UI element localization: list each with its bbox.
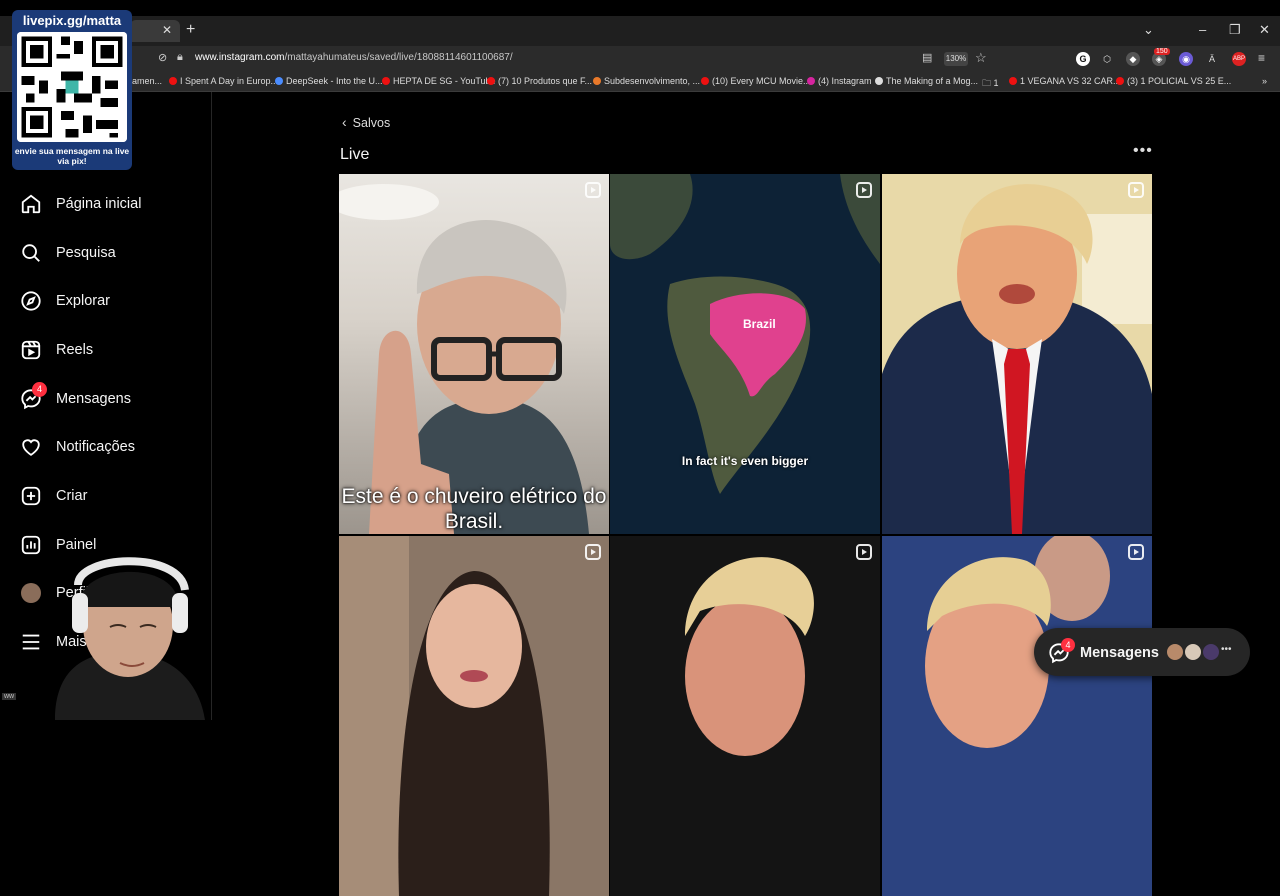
reels-badge-icon — [856, 544, 872, 560]
sidebar-item-search[interactable]: Pesquisa — [20, 241, 116, 265]
reel-thumbnail — [882, 536, 1152, 896]
extension-purple-icon[interactable]: ◉ — [1179, 52, 1193, 66]
tracking-shield-icon[interactable]: ⊘ — [158, 51, 167, 64]
reel-thumbnail — [339, 184, 589, 534]
reel-tile[interactable] — [339, 536, 609, 896]
qr-code — [17, 32, 127, 142]
reels-badge-icon — [585, 544, 601, 560]
reels-badge-icon — [585, 182, 601, 198]
zoom-indicator[interactable]: 130% — [944, 52, 968, 66]
sidebar-item-messages[interactable]: 4 Mensagens — [20, 382, 131, 411]
bookmark-item[interactable]: DeepSeek - Into the U... — [275, 76, 383, 86]
bookmarks-overflow-icon[interactable]: » — [1262, 76, 1267, 86]
compass-icon — [20, 290, 42, 312]
extension-badge: 150 — [1154, 48, 1170, 55]
url-field[interactable]: www.instagram.com/mattayahumateus/saved/… — [195, 52, 513, 63]
sidebar-item-label: Reels — [56, 342, 94, 358]
map-label: Brazil — [743, 317, 776, 331]
avatar — [1202, 643, 1220, 661]
more-dots-icon[interactable]: ••• — [1221, 644, 1232, 655]
reel-thumbnail — [882, 174, 1152, 534]
overlay-label: ww — [2, 693, 17, 700]
reel-tile[interactable] — [610, 536, 880, 896]
bookmark-item[interactable]: (4) Instagram — [807, 76, 872, 86]
new-tab-icon[interactable]: + — [186, 21, 195, 39]
sidebar-item-notifications[interactable]: Notificações — [20, 435, 135, 459]
close-window-icon[interactable]: ✕ — [1259, 22, 1270, 38]
avatar — [1184, 643, 1202, 661]
webcam-overlay — [55, 557, 205, 720]
reel-caption: In fact it's even bigger — [681, 454, 809, 468]
bookmark-item[interactable]: amen... — [132, 76, 162, 86]
extension-abp-icon[interactable]: ABP — [1232, 52, 1246, 66]
screen-top-edge — [0, 0, 1280, 16]
restore-icon[interactable]: ❐ — [1229, 22, 1241, 38]
reel-tile[interactable] — [882, 536, 1152, 896]
bookmark-item[interactable]: (10) Every MCU Movie... — [701, 76, 811, 86]
reel-thumbnail — [610, 536, 880, 896]
bookmark-item[interactable]: The Making of a Mog... — [875, 76, 978, 86]
back-to-saved[interactable]: ‹ Salvos — [342, 114, 390, 130]
reader-view-icon[interactable]: ▤ — [922, 51, 932, 64]
chevron-left-icon: ‹ — [342, 114, 347, 130]
sidebar-item-label: Pesquisa — [56, 245, 116, 261]
extension-g-icon[interactable]: G — [1076, 52, 1090, 66]
messenger-icon: 4 — [20, 382, 47, 410]
sidebar-item-label: Mensagens — [56, 391, 131, 407]
back-label: Salvos — [352, 116, 391, 130]
sidebar-item-label: Página inicial — [56, 196, 142, 212]
reels-icon — [20, 339, 42, 361]
bookmark-item[interactable]: 1 VEGANA VS 32 CAR... — [1009, 76, 1121, 86]
heart-icon — [20, 436, 42, 458]
reel-tile[interactable]: Brazil In fact it's even bigger — [610, 174, 880, 534]
bookmark-item[interactable]: (3) 1 POLICIAL VS 25 E... — [1116, 76, 1231, 86]
home-icon — [20, 193, 42, 215]
reel-caption: Este é o chuveiro elétrico do Brasil. — [341, 485, 607, 533]
extension-puzzle-icon[interactable]: ⬡ — [1100, 52, 1114, 66]
sidebar-item-reels[interactable]: Reels — [20, 338, 93, 362]
livepix-message: envie sua mensagem na live via pix! — [14, 146, 130, 166]
reel-tile[interactable]: Este é o chuveiro elétrico do Brasil. — [339, 174, 609, 534]
notification-badge: 4 — [32, 382, 47, 397]
lock-icon[interactable]: 🔒︎ — [177, 51, 183, 64]
livepix-url: livepix.gg/matta — [22, 13, 122, 28]
reels-badge-icon — [1128, 544, 1144, 560]
search-icon — [20, 242, 42, 264]
sidebar-item-label: Criar — [56, 488, 88, 504]
close-tab-icon[interactable]: ✕ — [162, 23, 172, 37]
more-options-icon[interactable]: ••• — [1133, 142, 1153, 160]
extension-translate-icon[interactable]: Ä — [1205, 52, 1219, 66]
reels-badge-icon — [1128, 182, 1144, 198]
bookmark-item[interactable]: I Spent A Day in Europ... — [169, 76, 278, 86]
bookmark-folder[interactable]: 🗀︎ 1 — [982, 76, 999, 92]
collection-title: Live — [340, 146, 370, 163]
extension-shield-icon[interactable]: ◆ — [1126, 52, 1140, 66]
bookmark-item[interactable]: (7) 10 Produtos que F... — [487, 76, 592, 86]
sidebar-item-create[interactable]: Criar — [20, 484, 87, 508]
reels-badge-icon — [856, 182, 872, 198]
reel-tile[interactable] — [882, 174, 1152, 534]
minimize-icon[interactable]: – — [1199, 22, 1206, 37]
sidebar-item-home[interactable]: Página inicial — [20, 192, 141, 216]
browser-menu-icon[interactable]: ≡ — [1258, 51, 1265, 65]
reel-thumbnail: Brazil — [610, 174, 880, 534]
messages-badge: 4 — [1061, 638, 1075, 652]
plus-square-icon — [20, 485, 42, 507]
sidebar-item-explore[interactable]: Explorar — [20, 289, 110, 313]
messages-label: Mensagens — [1080, 645, 1159, 661]
bookmark-item[interactable]: Subdesenvolvimento, ... — [593, 76, 700, 86]
avatar — [1166, 643, 1184, 661]
active-tab[interactable] — [130, 20, 180, 42]
bookmark-star-icon[interactable]: ☆ — [975, 50, 987, 66]
reel-thumbnail — [339, 536, 609, 896]
sidebar-item-label: Notificações — [56, 439, 135, 455]
tab-list-icon[interactable]: ⌄ — [1143, 22, 1154, 38]
sidebar-item-label: Explorar — [56, 293, 110, 309]
bookmark-item[interactable]: HEPTA DE SG - YouTube — [382, 76, 496, 86]
